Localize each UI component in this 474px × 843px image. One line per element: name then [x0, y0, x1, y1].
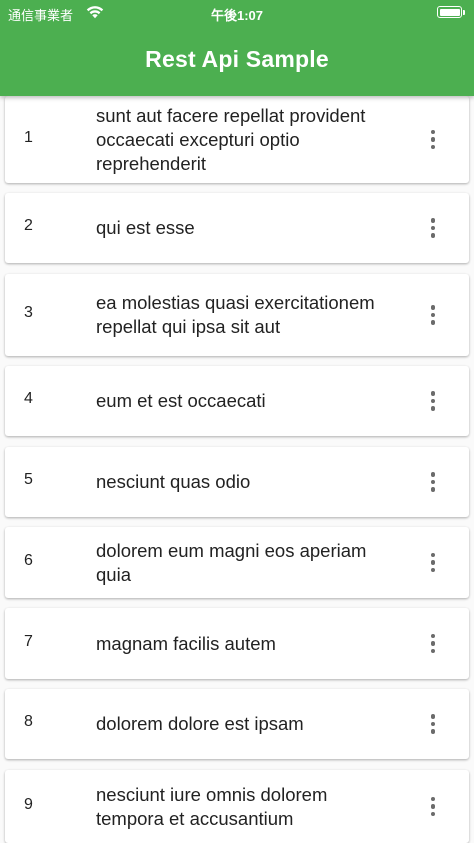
post-id: 4 [24, 390, 33, 408]
post-id: 1 [24, 128, 33, 146]
status-bar: 通信事業者 午後1:07 [0, 0, 474, 26]
post-id: 9 [24, 795, 33, 813]
more-vert-icon[interactable] [421, 549, 445, 577]
post-card[interactable]: 9 nesciunt iure omnis dolorem tempora et… [5, 770, 469, 843]
post-id: 6 [24, 551, 33, 569]
post-title: eum et est occaecati [96, 390, 266, 411]
post-title: nesciunt iure omnis dolorem tempora et a… [96, 783, 328, 829]
post-id: 5 [24, 471, 33, 489]
status-time: 午後1:07 [210, 8, 264, 23]
more-vert-icon[interactable] [421, 468, 445, 496]
post-title: dolorem dolore est ipsam [96, 713, 304, 734]
post-card[interactable]: 3 ea molestias quasi exercitationem repe… [5, 274, 469, 356]
post-card[interactable]: 1 sunt aut facere repellat provident occ… [5, 96, 469, 183]
post-title: ea molestias quasi exercitationem repell… [96, 292, 375, 337]
more-vert-icon[interactable] [421, 630, 445, 658]
more-vert-icon[interactable] [421, 710, 445, 738]
post-card[interactable]: 6 dolorem eum magni eos aperiam quia [5, 527, 469, 598]
post-card[interactable]: 2 qui est esse [5, 193, 469, 263]
post-title: nesciunt quas odio [96, 471, 251, 492]
more-vert-icon[interactable] [421, 126, 445, 154]
app-bar-title: Rest Api Sample [145, 46, 329, 72]
more-vert-icon[interactable] [421, 214, 445, 242]
post-card[interactable]: 5 nesciunt quas odio [5, 447, 469, 517]
more-vert-icon[interactable] [421, 301, 445, 329]
app-header: 通信事業者 午後1:07 Rest Api Sample [0, 0, 474, 96]
post-card[interactable]: 4 eum et est occaecati [5, 366, 469, 436]
post-card[interactable]: 8 dolorem dolore est ipsam [5, 689, 469, 759]
post-title: sunt aut facere repellat provident occae… [96, 104, 366, 174]
post-title: dolorem eum magni eos aperiam quia [96, 539, 367, 585]
more-vert-icon[interactable] [421, 793, 445, 821]
post-card[interactable]: 7 magnam facilis autem [5, 608, 469, 679]
post-id: 3 [24, 304, 33, 322]
post-id: 2 [24, 217, 33, 235]
post-id: 8 [24, 713, 33, 731]
battery-tip [463, 10, 465, 15]
app-screen: 通信事業者 午後1:07 Rest Api Sample 1 sunt aut … [0, 0, 474, 843]
post-id: 7 [24, 632, 33, 650]
post-title: qui est esse [96, 217, 195, 238]
battery-icon [437, 6, 462, 18]
more-vert-icon[interactable] [421, 387, 445, 415]
post-title: magnam facilis autem [96, 632, 276, 654]
